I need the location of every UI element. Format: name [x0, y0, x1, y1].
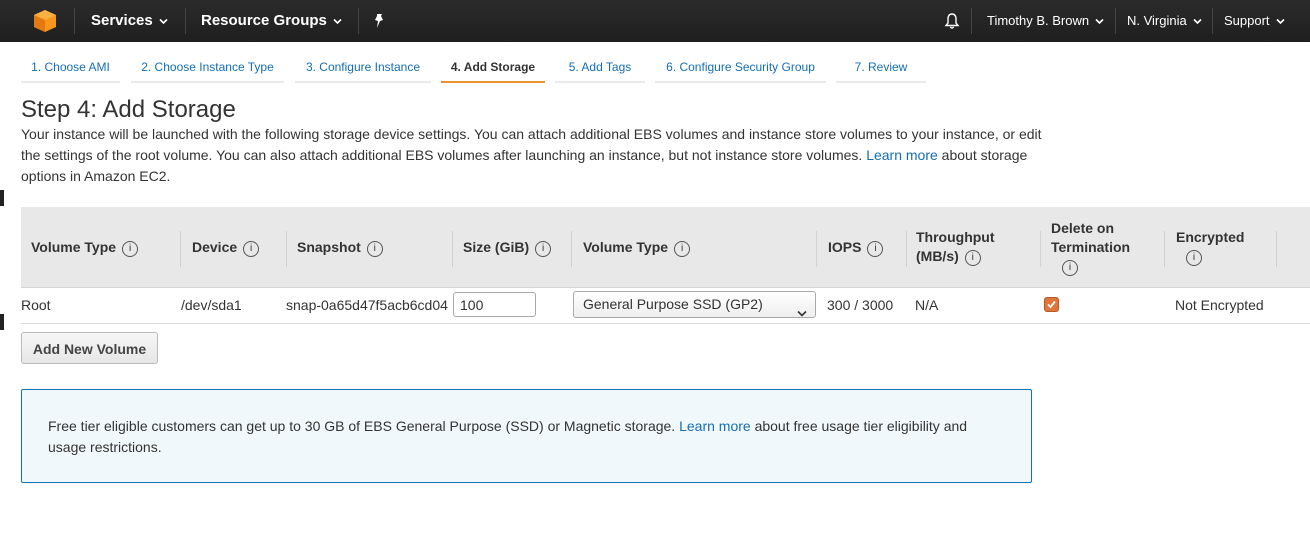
header-iops: IOPS i: [828, 238, 884, 257]
cell-snapshot: snap-0a65d47f5acb6cd04: [286, 297, 448, 313]
volume-type-select[interactable]: General Purpose SSD (GP2): [573, 291, 816, 318]
info-icon[interactable]: i: [964, 250, 981, 266]
info-icon[interactable]: i: [1186, 250, 1202, 266]
size-input[interactable]: [453, 292, 536, 317]
step-configure-security-group[interactable]: 6. Configure Security Group: [655, 57, 826, 83]
column-divider: [1164, 231, 1165, 267]
free-tier-text: Free tier eligible customers can get up …: [48, 416, 1008, 458]
chevron-down-icon: [1193, 17, 1202, 25]
nav-divider: [185, 8, 186, 34]
table-row: Root /dev/sda1 snap-0a65d47f5acb6cd04 Ge…: [21, 287, 1310, 324]
header-throughput: Throughput (MB/s) i: [916, 229, 995, 266]
chevron-down-icon: [797, 301, 807, 326]
chevron-down-icon: [159, 17, 168, 25]
info-icon[interactable]: i: [535, 241, 552, 257]
nav-divider: [971, 8, 972, 34]
support-menu[interactable]: Support: [1224, 0, 1285, 42]
cell-volume-type: Root: [21, 297, 51, 313]
column-divider: [571, 231, 572, 267]
info-icon[interactable]: i: [366, 241, 383, 257]
info-icon[interactable]: i: [1062, 260, 1078, 276]
services-label: Services: [91, 12, 153, 29]
header-delete-on-termination: Delete on Termination i: [1051, 219, 1130, 276]
cell-iops: 300 / 3000: [827, 297, 894, 313]
region-name: N. Virginia: [1127, 13, 1187, 28]
page-title: Step 4: Add Storage: [21, 96, 236, 123]
top-nav: Services Resource Groups Timothy B. Brow…: [0, 0, 1310, 42]
free-tier-learn-more-link[interactable]: Learn more: [679, 418, 751, 434]
step-add-tags[interactable]: 5. Add Tags: [555, 57, 645, 83]
free-tier-message: Free tier eligible customers can get up …: [48, 418, 676, 434]
header-volume-type: Volume Type i: [31, 238, 139, 257]
cell-device: /dev/sda1: [181, 297, 242, 313]
column-divider: [286, 231, 287, 267]
edge-mark: [0, 314, 4, 330]
nav-divider: [1115, 8, 1116, 34]
step-choose-instance-type[interactable]: 2. Choose Instance Type: [131, 57, 284, 83]
header-size: Size (GiB) i: [463, 238, 552, 257]
user-name: Timothy B. Brown: [987, 13, 1090, 28]
cell-encrypted: Not Encrypted: [1175, 297, 1264, 313]
resource-groups-menu[interactable]: Resource Groups: [201, 0, 342, 42]
info-icon[interactable]: i: [867, 241, 884, 257]
step-add-storage[interactable]: 4. Add Storage: [441, 57, 545, 83]
header-snapshot: Snapshot i: [297, 238, 383, 257]
free-tier-info-box: Free tier eligible customers can get up …: [21, 389, 1032, 483]
info-icon[interactable]: i: [122, 241, 139, 257]
column-divider: [180, 231, 181, 267]
region-menu[interactable]: N. Virginia: [1127, 0, 1202, 42]
services-menu[interactable]: Services: [91, 0, 168, 42]
delete-on-termination-checkbox[interactable]: [1044, 297, 1059, 312]
nav-divider: [74, 8, 75, 34]
step-configure-instance[interactable]: 3. Configure Instance: [295, 57, 431, 83]
aws-cube-icon[interactable]: [33, 9, 57, 33]
nav-divider: [1212, 8, 1213, 34]
step-choose-ami[interactable]: 1. Choose AMI: [21, 57, 120, 83]
column-divider: [906, 231, 907, 267]
resource-groups-label: Resource Groups: [201, 12, 327, 29]
step-review[interactable]: 7. Review: [836, 57, 926, 83]
info-icon[interactable]: i: [243, 241, 260, 257]
column-divider: [1040, 231, 1041, 267]
nav-divider: [358, 8, 359, 34]
bell-icon[interactable]: [944, 12, 960, 30]
info-icon[interactable]: i: [674, 241, 691, 257]
header-device: Device i: [192, 238, 260, 257]
chevron-down-icon: [1095, 17, 1104, 25]
cell-throughput: N/A: [915, 297, 939, 313]
user-menu[interactable]: Timothy B. Brown: [987, 0, 1104, 42]
pin-icon[interactable]: [372, 13, 386, 29]
volume-type-selected: General Purpose SSD (GP2): [583, 296, 763, 312]
header-encrypted: Encrypted i: [1176, 228, 1244, 266]
chevron-down-icon: [1275, 17, 1285, 25]
header-ebs-volume-type: Volume Type i: [583, 238, 691, 257]
page-description: Your instance will be launched with the …: [21, 124, 1051, 187]
support-label: Support: [1224, 13, 1270, 28]
column-divider: [1276, 231, 1277, 267]
storage-table-header: Volume Type i Device i Snapshot i Size (GiB…: [21, 207, 1310, 288]
learn-more-link[interactable]: Learn more: [866, 147, 938, 163]
edge-mark: [0, 190, 4, 206]
column-divider: [452, 231, 453, 267]
add-new-volume-button[interactable]: Add New Volume: [21, 332, 158, 364]
chevron-down-icon: [333, 17, 342, 25]
column-divider: [816, 231, 817, 267]
